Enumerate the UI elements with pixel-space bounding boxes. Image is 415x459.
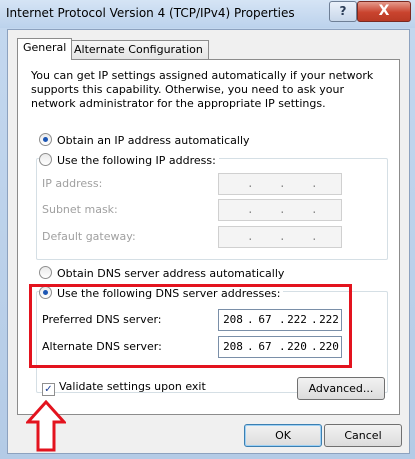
- radio-unselected-icon: [39, 266, 52, 279]
- ip-address-field: . . .: [218, 173, 342, 195]
- default-gateway-field: . . .: [218, 226, 342, 248]
- tab-alternate-configuration[interactable]: Alternate Configuration: [68, 40, 209, 60]
- up-arrow-icon: [26, 400, 66, 452]
- info-text: You can get IP settings assigned automat…: [31, 69, 374, 110]
- validate-settings-checkbox[interactable]: ✓ Validate settings upon exit: [42, 380, 206, 396]
- close-button[interactable]: X: [357, 1, 411, 22]
- ok-button[interactable]: OK: [244, 424, 322, 447]
- dialog-client-area: General Alternate Configuration You can …: [7, 29, 410, 454]
- validate-settings-label: Validate settings upon exit: [59, 380, 206, 393]
- properties-dialog: Internet Protocol Version 4 (TCP/IPv4) P…: [0, 0, 415, 459]
- subnet-mask-label: Subnet mask:: [42, 203, 118, 216]
- tab-general[interactable]: General: [17, 38, 73, 60]
- radio-unselected-icon: [39, 153, 52, 166]
- default-gateway-label: Default gateway:: [42, 230, 136, 243]
- ip-address-label: IP address:: [42, 177, 103, 190]
- radio-selected-icon: [39, 133, 52, 146]
- dns-highlight-box: [29, 284, 352, 368]
- obtain-ip-auto-label: Obtain an IP address automatically: [57, 134, 250, 147]
- advanced-button[interactable]: Advanced...: [297, 377, 385, 400]
- help-button[interactable]: ?: [329, 1, 357, 22]
- title-bar[interactable]: Internet Protocol Version 4 (TCP/IPv4) P…: [0, 0, 415, 28]
- obtain-dns-auto-label: Obtain DNS server address automatically: [57, 267, 285, 280]
- obtain-dns-auto-radio[interactable]: Obtain DNS server address automatically: [39, 266, 284, 280]
- cancel-button[interactable]: Cancel: [324, 424, 402, 447]
- use-following-ip-radio[interactable]: Use the following IP address:: [39, 153, 219, 167]
- window-title: Internet Protocol Version 4 (TCP/IPv4) P…: [6, 6, 295, 20]
- subnet-mask-field: . . .: [218, 199, 342, 221]
- obtain-ip-auto-radio[interactable]: Obtain an IP address automatically: [39, 133, 250, 147]
- use-following-ip-label: Use the following IP address:: [57, 154, 216, 167]
- checkmark-icon: ✓: [42, 383, 55, 396]
